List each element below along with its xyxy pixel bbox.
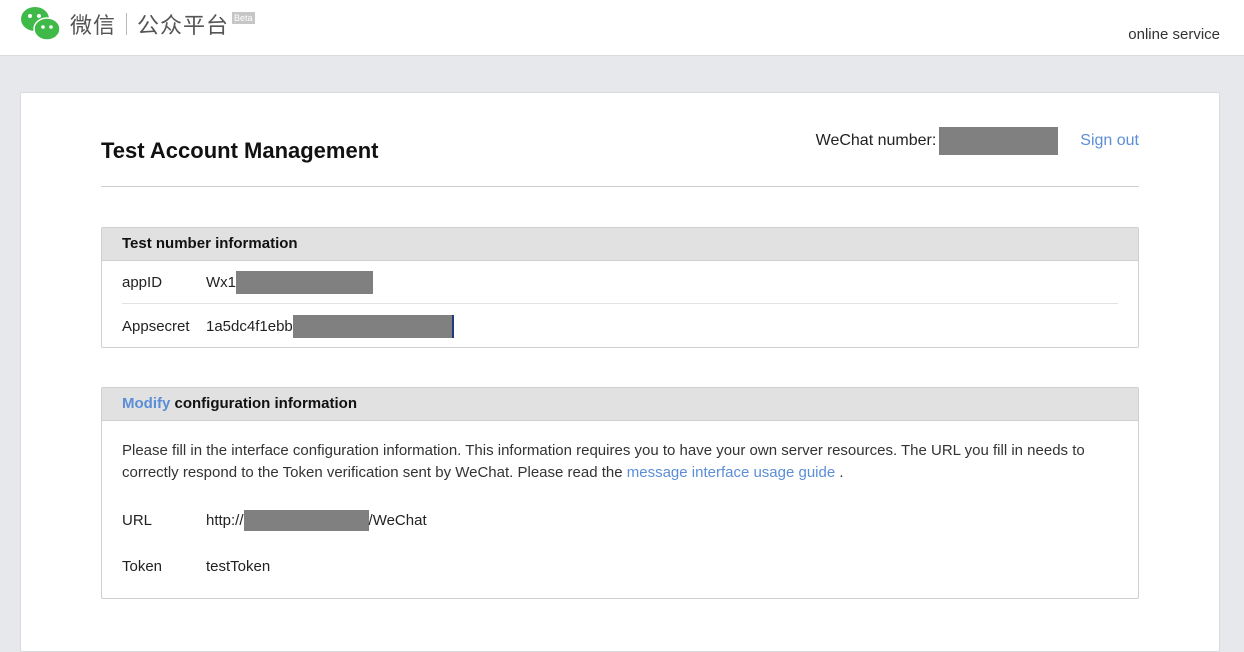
modify-link[interactable]: Modify xyxy=(122,395,170,412)
token-row: Token testToken xyxy=(122,558,270,575)
brand-wechat-text: 微信 xyxy=(70,14,117,39)
wechat-number-label: WeChat number: xyxy=(815,132,937,149)
wechat-logo[interactable]: 微信 公众平台 Beta xyxy=(20,6,255,42)
appsecret-value[interactable]: 1a5dc4f1ebb xyxy=(206,315,454,338)
config-description-text: Please fill in the interface configurati… xyxy=(122,442,1085,481)
appid-prefix: Wx1 xyxy=(206,274,236,291)
url-row: URL http:// /WeChat xyxy=(122,510,427,531)
config-description-end: . xyxy=(835,464,844,481)
appid-label: appID xyxy=(122,274,163,291)
appid-redacted xyxy=(236,271,373,294)
config-panel: Modify configuration information Please … xyxy=(101,387,1139,599)
url-redacted xyxy=(243,510,369,531)
config-description: Please fill in the interface configurati… xyxy=(122,440,1118,484)
config-heading-text: configuration information xyxy=(170,395,357,412)
appsecret-row: Appsecret 1a5dc4f1ebb xyxy=(122,315,454,338)
url-suffix: /WeChat xyxy=(368,512,427,529)
wechat-logo-icon xyxy=(21,7,61,41)
main-card: Test Account Management WeChat number: S… xyxy=(20,92,1220,652)
wechat-number-redacted xyxy=(939,127,1059,155)
row-divider xyxy=(122,303,1118,304)
top-bar: 微信 公众平台 Beta online service xyxy=(0,0,1244,56)
url-prefix: http:// xyxy=(206,512,244,529)
brand-platform-text: 公众平台 xyxy=(137,14,230,39)
title-divider xyxy=(101,186,1139,187)
url-value[interactable]: http:// /WeChat xyxy=(206,510,427,531)
sign-out-link[interactable]: Sign out xyxy=(1080,132,1139,150)
appsecret-redacted xyxy=(292,315,454,338)
account-info: WeChat number: Sign out xyxy=(816,127,1139,155)
beta-badge: Beta xyxy=(232,12,255,24)
test-number-heading: Test number information xyxy=(102,228,1138,261)
message-guide-link[interactable]: message interface usage guide xyxy=(627,464,835,481)
token-label: Token xyxy=(122,558,163,575)
url-label: URL xyxy=(122,512,153,529)
token-value[interactable]: testToken xyxy=(206,558,270,575)
appsecret-label: Appsecret xyxy=(122,318,190,335)
appid-row: appID Wx1 xyxy=(122,271,373,294)
online-service-link[interactable]: online service xyxy=(1128,26,1220,43)
config-heading: Modify configuration information xyxy=(102,388,1138,421)
test-number-panel: Test number information appID Wx1 Appsec… xyxy=(101,227,1139,348)
appid-value[interactable]: Wx1 xyxy=(206,271,373,294)
appsecret-prefix: 1a5dc4f1ebb xyxy=(206,318,293,335)
brand-divider xyxy=(126,13,128,35)
page-title: Test Account Management xyxy=(101,138,379,163)
